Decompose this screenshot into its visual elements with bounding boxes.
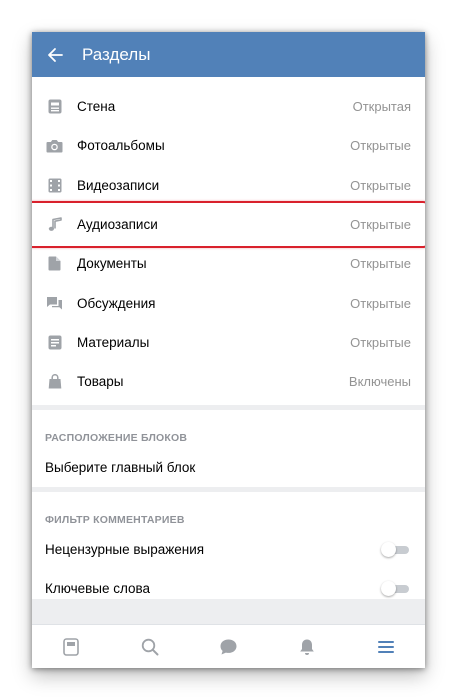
toggle-knob: [381, 581, 396, 597]
section-label: Фотоальбомы: [77, 138, 165, 154]
camera-icon: [46, 137, 63, 154]
section-value: Открытая: [352, 99, 411, 115]
section-row-discussions[interactable]: Обсуждения Открытые: [32, 283, 425, 322]
section-value: Открытые: [350, 217, 411, 233]
messages-icon: [220, 639, 237, 654]
news-icon: [63, 637, 80, 656]
document-icon: [46, 255, 63, 272]
back-button[interactable]: [32, 32, 78, 77]
main-block-selector[interactable]: Выберите главный блок: [32, 448, 425, 487]
section-label: Обсуждения: [77, 295, 156, 311]
section-row-videos[interactable]: Видеозаписи Открытые: [32, 166, 425, 205]
toggle-knob: [381, 542, 396, 558]
menu-icon: [377, 640, 394, 653]
section-row-audio[interactable]: Аудиозаписи Открытые: [32, 200, 425, 249]
sections-list: Стена Открытая Фотоальбомы Открытые Виде…: [32, 77, 425, 401]
filter-label: Ключевые слова: [45, 581, 151, 597]
section-value: Открытые: [350, 256, 411, 272]
section-value: Открытые: [350, 295, 411, 311]
section-label: Видеозаписи: [77, 177, 160, 193]
filter-row-obscene: Нецензурные выражения: [32, 530, 425, 569]
section-value: Включены: [348, 374, 411, 390]
wall-icon: [46, 98, 63, 115]
filter-label: Нецензурные выражения: [45, 542, 205, 558]
screen: Разделы Стена Открытая Фотоальбомы Откры…: [32, 32, 425, 668]
tab-search[interactable]: [130, 627, 170, 667]
section-row-wall[interactable]: Стена Открытая: [32, 87, 425, 126]
article-icon: [46, 334, 63, 351]
section-row-materials[interactable]: Материалы Открытые: [32, 323, 425, 362]
keywords-toggle[interactable]: [381, 581, 411, 597]
shopping-bag-icon: [46, 373, 63, 390]
section-label: Аудиозаписи: [77, 217, 158, 233]
bell-icon: [300, 639, 314, 655]
section-value: Открытые: [350, 177, 411, 193]
bottom-tab-bar: [32, 624, 425, 668]
tab-news[interactable]: [51, 627, 91, 667]
section-label: Материалы: [77, 334, 150, 350]
section-label: Товары: [77, 374, 124, 390]
page-title: Разделы: [82, 44, 151, 64]
section-value: Открытые: [350, 334, 411, 350]
bottom-spacer: [32, 599, 425, 625]
film-icon: [46, 177, 63, 194]
comment-filter-title: ФИЛЬТР КОММЕНТАРИЕВ: [45, 514, 185, 527]
block-layout-title: РАСПОЛОЖЕНИЕ БЛОКОВ: [45, 432, 188, 445]
discussion-icon: [46, 295, 63, 312]
section-row-photo-albums[interactable]: Фотоальбомы Открытые: [32, 126, 425, 165]
search-icon: [141, 638, 159, 655]
section-value: Открытые: [350, 138, 411, 154]
section-row-documents[interactable]: Документы Открытые: [32, 244, 425, 283]
tab-menu[interactable]: [366, 627, 406, 667]
app-header: Разделы: [32, 32, 425, 77]
arrow-left-icon: [48, 47, 63, 62]
tab-messages[interactable]: [208, 627, 248, 667]
section-label: Документы: [77, 256, 147, 272]
section-row-products[interactable]: Товары Включены: [32, 362, 425, 401]
tab-notifications[interactable]: [287, 627, 327, 667]
music-note-icon: [46, 216, 63, 233]
section-label: Стена: [77, 99, 116, 115]
obscene-toggle[interactable]: [381, 542, 411, 558]
